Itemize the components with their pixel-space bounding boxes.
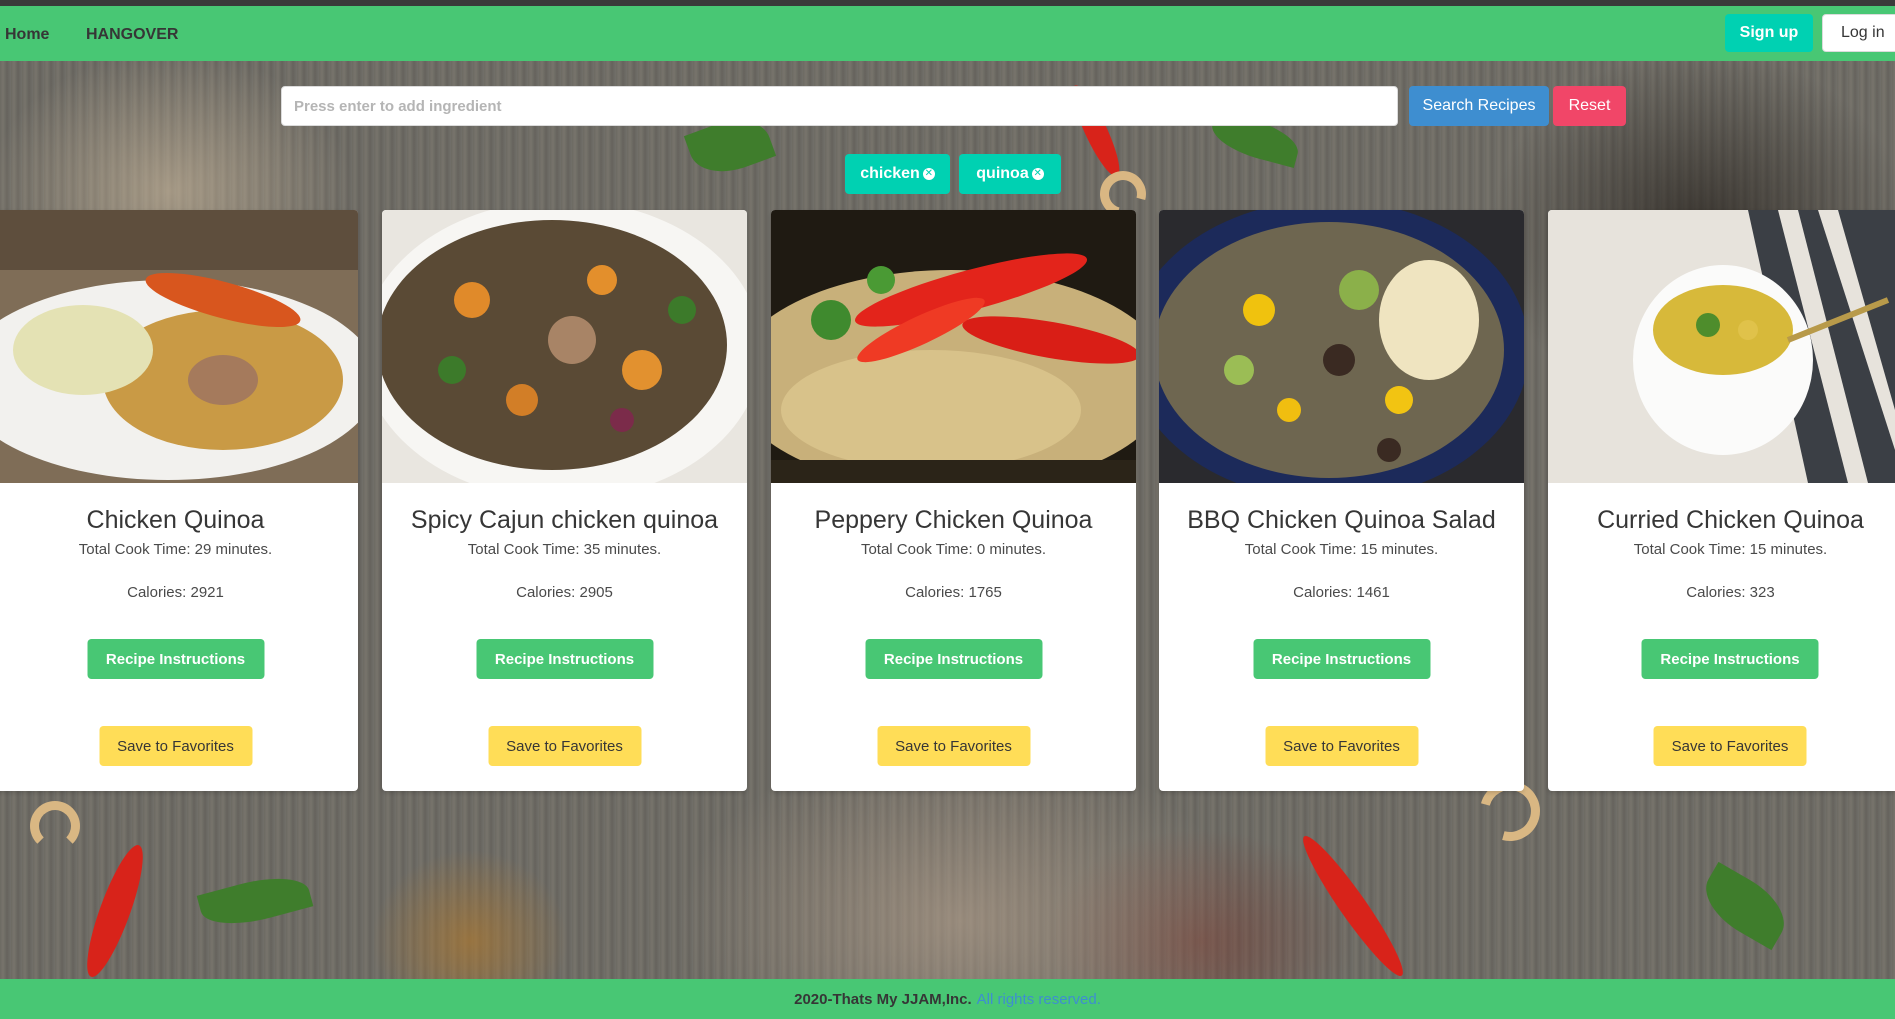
footer-copyright: 2020-Thats My JJAM,Inc.	[794, 990, 972, 1008]
recipe-calories: Calories: 2921	[127, 584, 224, 601]
tag-label: chicken	[860, 165, 920, 182]
signup-button[interactable]: Sign up	[1725, 14, 1813, 52]
ingredient-tag-chicken: chicken ✕	[845, 154, 950, 194]
recipe-image[interactable]	[1159, 210, 1524, 483]
save-to-favorites-button[interactable]: Save to Favorites	[488, 726, 641, 766]
leaf-decoration	[196, 867, 314, 935]
recipe-cook-time: Total Cook Time: 15 minutes.	[1633, 541, 1828, 558]
recipe-image[interactable]	[382, 210, 747, 483]
reset-button[interactable]: Reset	[1553, 86, 1626, 126]
close-icon[interactable]: ✕	[922, 168, 935, 180]
recipe-calories: Calories: 323	[1686, 584, 1775, 601]
recipe-card: Spicy Cajun chicken quinoa Total Cook Ti…	[382, 210, 747, 791]
ingredient-search-input[interactable]	[281, 86, 1398, 126]
recipe-card: Curried Chicken Quinoa Total Cook Time: …	[1548, 210, 1895, 791]
navbar: Home HANGOVER Sign up Log in	[0, 6, 1895, 61]
recipe-calories: Calories: 1461	[1293, 584, 1390, 601]
nav-hangover-link[interactable]: HANGOVER	[86, 26, 178, 44]
recipe-instructions-button[interactable]: Recipe Instructions	[865, 639, 1042, 679]
nav-home-link[interactable]: Home	[5, 26, 49, 44]
recipe-instructions-button[interactable]: Recipe Instructions	[476, 639, 653, 679]
recipe-title: Spicy Cajun chicken quinoa	[410, 506, 719, 534]
recipe-instructions-button[interactable]: Recipe Instructions	[1253, 639, 1430, 679]
recipe-image[interactable]	[1548, 210, 1895, 483]
recipe-image[interactable]	[0, 210, 358, 483]
recipe-calories: Calories: 2905	[516, 584, 613, 601]
ingredient-tag-quinoa: quinoa ✕	[959, 154, 1061, 194]
recipe-card: Peppery Chicken Quinoa Total Cook Time: …	[771, 210, 1136, 791]
recipe-image[interactable]	[771, 210, 1136, 483]
recipe-cook-time: Total Cook Time: 15 minutes.	[1244, 541, 1439, 558]
recipe-cook-time: Total Cook Time: 29 minutes.	[78, 541, 273, 558]
save-to-favorites-button[interactable]: Save to Favorites	[1653, 726, 1807, 766]
save-to-favorites-button[interactable]: Save to Favorites	[1265, 726, 1418, 766]
recipe-cook-time: Total Cook Time: 35 minutes.	[467, 541, 662, 558]
recipe-title: BBQ Chicken Quinoa Salad	[1187, 506, 1496, 534]
tag-label: quinoa	[976, 165, 1029, 182]
chili-decoration	[1293, 828, 1413, 984]
save-to-favorites-button[interactable]: Save to Favorites	[99, 726, 252, 766]
recipe-title: Peppery Chicken Quinoa	[814, 506, 1093, 534]
recipe-instructions-button[interactable]: Recipe Instructions	[87, 639, 264, 679]
close-icon[interactable]: ✕	[1031, 168, 1044, 180]
recipe-calories: Calories: 1765	[905, 584, 1002, 601]
footer: 2020-Thats My JJAM,Inc. All rights reser…	[0, 979, 1895, 1019]
recipe-title: Chicken Quinoa	[86, 506, 265, 534]
recipe-card: Chicken Quinoa Total Cook Time: 29 minut…	[0, 210, 358, 791]
chili-decoration	[76, 840, 154, 982]
cashew-decoration	[30, 801, 80, 851]
save-to-favorites-button[interactable]: Save to Favorites	[877, 726, 1030, 766]
recipe-card: BBQ Chicken Quinoa Salad Total Cook Time…	[1159, 210, 1524, 791]
recipe-cook-time: Total Cook Time: 0 minutes.	[860, 541, 1047, 558]
footer-rights-link[interactable]: All rights reserved.	[977, 991, 1101, 1008]
recipe-title: Curried Chicken Quinoa	[1597, 506, 1864, 534]
leaf-decoration	[1693, 861, 1797, 951]
login-button[interactable]: Log in	[1822, 14, 1895, 52]
search-recipes-button[interactable]: Search Recipes	[1409, 86, 1549, 126]
recipe-instructions-button[interactable]: Recipe Instructions	[1641, 639, 1819, 679]
